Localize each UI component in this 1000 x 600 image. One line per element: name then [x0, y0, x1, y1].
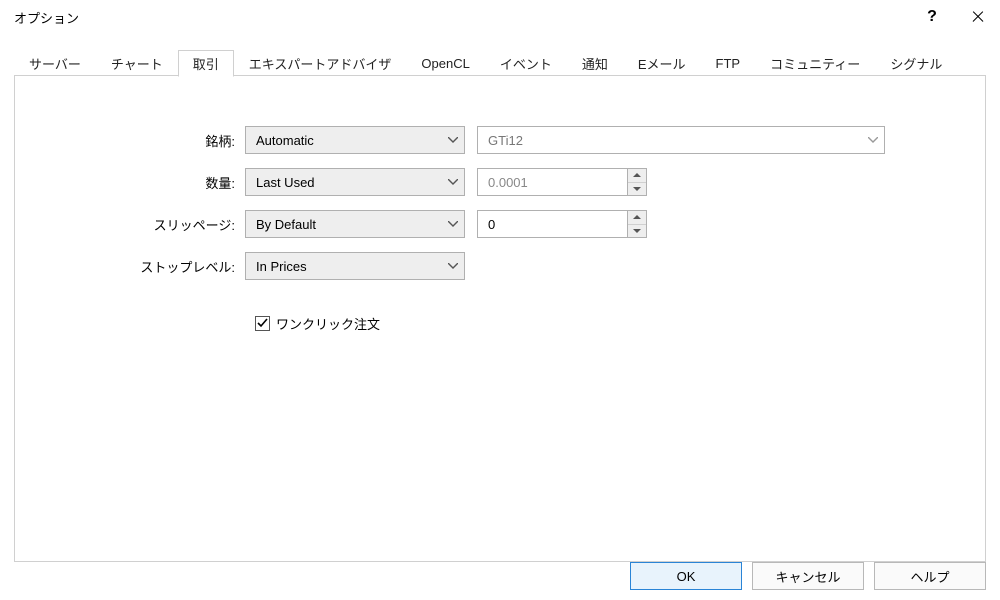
- spin-down-button[interactable]: [628, 225, 646, 238]
- spin-down-button[interactable]: [628, 183, 646, 196]
- combo-value: By Default: [256, 217, 316, 232]
- row-slippage: スリッページ: By Default: [45, 210, 955, 238]
- spin-up-button[interactable]: [628, 169, 646, 183]
- row-symbol: 銘柄: Automatic GTi12: [45, 126, 955, 154]
- oneclick-checkbox[interactable]: [255, 316, 270, 331]
- check-icon: [257, 318, 268, 329]
- spin-buttons: [627, 168, 647, 196]
- title-bar: オプション ?: [0, 0, 1000, 34]
- help-button[interactable]: ヘルプ: [874, 562, 986, 590]
- chevron-down-icon: [448, 137, 458, 143]
- row-oneclick: ワンクリック注文: [255, 314, 955, 333]
- chevron-down-icon: [448, 263, 458, 269]
- label-symbol: 銘柄:: [45, 131, 245, 150]
- button-label: キャンセル: [775, 567, 840, 586]
- tab-community[interactable]: コミュニティー: [755, 49, 875, 76]
- tab-bar: サーバー チャート 取引 エキスパートアドバイザ OpenCL イベント 通知 …: [14, 48, 986, 76]
- triangle-up-icon: [633, 215, 641, 219]
- tab-label: FTP: [716, 56, 741, 71]
- slippage-spinner[interactable]: [477, 210, 647, 238]
- tab-ftp[interactable]: FTP: [701, 49, 756, 76]
- tab-opencl[interactable]: OpenCL: [406, 49, 484, 76]
- close-icon[interactable]: [966, 5, 990, 29]
- spin-up-button[interactable]: [628, 211, 646, 225]
- help-icon[interactable]: ?: [920, 5, 944, 29]
- combo-value: Automatic: [256, 133, 314, 148]
- combo-value: GTi12: [488, 133, 523, 148]
- row-stoplevel: ストップレベル: In Prices: [45, 252, 955, 280]
- tab-label: コミュニティー: [770, 54, 860, 73]
- tab-panel-trade: 銘柄: Automatic GTi12 数量: Last Used: [14, 76, 986, 562]
- chevron-down-icon: [448, 221, 458, 227]
- window-controls: ?: [920, 5, 990, 29]
- volume-mode-combo[interactable]: Last Used: [245, 168, 465, 196]
- ok-button[interactable]: OK: [630, 562, 742, 590]
- label-slippage: スリッページ:: [45, 215, 245, 234]
- symbol-mode-combo[interactable]: Automatic: [245, 126, 465, 154]
- tab-expert[interactable]: エキスパートアドバイザ: [234, 49, 407, 76]
- tab-notify[interactable]: 通知: [567, 49, 623, 76]
- tab-chart[interactable]: チャート: [96, 49, 178, 76]
- triangle-down-icon: [633, 187, 641, 191]
- spin-buttons: [627, 210, 647, 238]
- button-label: ヘルプ: [910, 567, 949, 586]
- row-volume: 数量: Last Used: [45, 168, 955, 196]
- tab-label: エキスパートアドバイザ: [249, 54, 392, 73]
- tab-label: Eメール: [638, 54, 686, 73]
- tab-events[interactable]: イベント: [485, 49, 567, 76]
- volume-spinner[interactable]: [477, 168, 647, 196]
- label-volume: 数量:: [45, 173, 245, 192]
- label-stoplevel: ストップレベル:: [45, 257, 245, 276]
- combo-value: Last Used: [256, 175, 315, 190]
- tab-signals[interactable]: シグナル: [875, 49, 957, 76]
- stoplevel-mode-combo[interactable]: In Prices: [245, 252, 465, 280]
- combo-value: In Prices: [256, 259, 307, 274]
- chevron-down-icon: [448, 179, 458, 185]
- tab-label: サーバー: [29, 54, 81, 73]
- tab-label: 通知: [582, 54, 608, 73]
- slippage-input[interactable]: [477, 210, 627, 238]
- triangle-up-icon: [633, 173, 641, 177]
- volume-input[interactable]: [477, 168, 627, 196]
- oneclick-label: ワンクリック注文: [276, 314, 380, 333]
- slippage-mode-combo[interactable]: By Default: [245, 210, 465, 238]
- button-label: OK: [677, 569, 696, 584]
- dialog-buttons: OK キャンセル ヘルプ: [630, 562, 986, 590]
- tab-label: シグナル: [890, 54, 942, 73]
- tab-label: チャート: [111, 54, 163, 73]
- triangle-down-icon: [633, 229, 641, 233]
- cancel-button[interactable]: キャンセル: [752, 562, 864, 590]
- tab-server[interactable]: サーバー: [14, 49, 96, 76]
- symbol-value-combo[interactable]: GTi12: [477, 126, 885, 154]
- tab-trade[interactable]: 取引: [178, 50, 234, 77]
- tab-label: イベント: [500, 54, 552, 73]
- chevron-down-icon: [868, 137, 878, 143]
- tab-email[interactable]: Eメール: [623, 49, 701, 76]
- tab-label: OpenCL: [421, 56, 469, 71]
- window-title: オプション: [14, 8, 79, 27]
- tab-label: 取引: [193, 54, 219, 73]
